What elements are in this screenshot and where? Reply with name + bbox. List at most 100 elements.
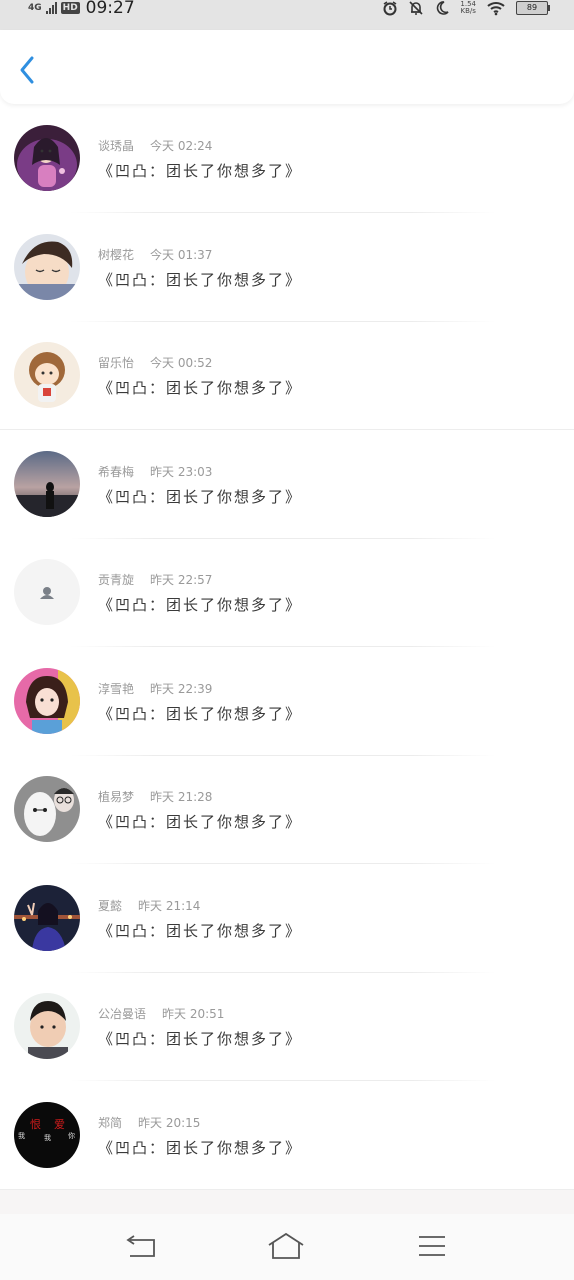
status-left: 4G HD 09:27 (28, 0, 135, 18)
divider (70, 754, 496, 756)
nav-menu-button[interactable] (412, 1232, 452, 1262)
message-time: 昨天 20:51 (162, 1007, 225, 1021)
list-item[interactable]: 贡青旋 昨天 22:57 《凹凸：团长了你想多了》 (0, 540, 574, 649)
message-time: 昨天 22:39 (150, 681, 213, 696)
list-item[interactable]: 淳雪艳 昨天 22:39 《凹凸：团长了你想多了》 (0, 649, 574, 758)
sender-name: 留乐怡 (98, 356, 135, 370)
avatar-baymax[interactable] (14, 776, 80, 842)
message-preview: 《凹凸：团长了你想多了》 (98, 162, 303, 180)
divider (70, 646, 496, 647)
sender-name: 郑简 (98, 1115, 123, 1130)
moon-icon (437, 1, 449, 15)
avatar-default-placeholder[interactable] (14, 559, 80, 625)
sender-name: 公冶曼语 (98, 1007, 147, 1021)
menu-icon (419, 1236, 445, 1256)
avatar-girl-photo[interactable] (14, 667, 80, 734)
back-arrow-icon (126, 1235, 155, 1257)
avatar-char: 恨 (30, 1117, 41, 1131)
signal-icon (45, 2, 57, 14)
status-right: 1.54 KB/s 89 (382, 0, 550, 16)
nav-back-button[interactable] (120, 1232, 160, 1262)
hd-badge: HD (60, 2, 80, 14)
system-nav-bar (0, 1214, 574, 1280)
sender-meta: 树樱花 今天 01:37 (98, 246, 212, 263)
sender-meta: 夏懿 昨天 21:14 (98, 897, 200, 914)
message-preview: 《凹凸：团长了你想多了》 (98, 1030, 303, 1048)
sender-meta: 谈琇晶 今天 02:24 (98, 137, 212, 154)
divider (70, 1080, 496, 1081)
list-item[interactable]: 树樱花 今天 01:37 《凹凸：团长了你想多了》 (0, 215, 574, 324)
sender-meta: 淳雪艳 昨天 22:39 (98, 680, 212, 697)
status-bar: 4G HD 09:27 1.54 KB/s 89 (0, 0, 574, 30)
avatar-anime-boy[interactable] (14, 233, 80, 300)
avatar-char: 你 (68, 1131, 75, 1140)
sender-meta: 郑简 昨天 20:15 (98, 1114, 200, 1131)
list-item[interactable]: 谈琇晶 今天 02:24 《凹凸：团长了你想多了》 (0, 106, 574, 215)
message-preview: 《凹凸：团长了你想多了》 (98, 1138, 303, 1157)
top-bar (0, 30, 574, 104)
status-time: 09:27 (85, 0, 135, 18)
message-preview: 《凹凸：团长了你想多了》 (98, 704, 303, 723)
sender-meta: 希春梅 昨天 23:03 (98, 463, 212, 480)
message-preview: 《凹凸：团长了你想多了》 (98, 487, 303, 506)
network-speed: 1.54 KB/s (460, 1, 476, 15)
mute-bell-icon (409, 1, 423, 15)
message-list: 谈琇晶 今天 02:24 《凹凸：团长了你想多了》 树樱花 今天 01:37 《凹凸… (0, 106, 574, 1191)
sender-name: 贡青旋 (98, 573, 135, 587)
list-item[interactable]: 植易梦 昨天 21:28 《凹凸：团长了你想多了》 (0, 757, 574, 866)
avatar-anime-princess[interactable] (14, 125, 80, 191)
network-type: 4G (28, 2, 42, 13)
home-icon (268, 1232, 304, 1259)
avatar-char: 我 (44, 1133, 51, 1142)
message-preview: 《凹凸：团长了你想多了》 (98, 813, 303, 831)
divider (70, 971, 496, 973)
sender-meta: 留乐怡 今天 00:52 (98, 354, 212, 371)
avatar-night-photo[interactable] (14, 884, 80, 951)
wifi-icon (487, 2, 505, 16)
sender-meta: 公冶曼语 昨天 20:51 (98, 1005, 224, 1022)
message-time: 今天 01:37 (150, 247, 213, 262)
avatar-sunset-silhouette[interactable] (14, 450, 80, 517)
divider (70, 212, 496, 213)
message-time: 昨天 20:15 (138, 1115, 201, 1130)
alarm-icon (383, 1, 397, 16)
message-time: 昨天 21:14 (138, 898, 201, 913)
nav-home-button[interactable] (266, 1232, 306, 1262)
list-footer (0, 1190, 574, 1214)
list-item[interactable]: 希春梅 昨天 23:03 《凹凸：团长了你想多了》 (0, 432, 574, 541)
message-time: 昨天 21:28 (150, 790, 213, 804)
sender-name: 谈琇晶 (98, 139, 135, 153)
list-item[interactable]: 夏懿 昨天 21:14 《凹凸：团长了你想多了》 (0, 866, 574, 975)
divider (70, 863, 496, 864)
avatar-boy-photo[interactable] (14, 993, 80, 1059)
message-time: 今天 00:52 (150, 356, 213, 370)
message-time: 昨天 23:03 (150, 464, 213, 479)
message-time: 昨天 22:57 (150, 573, 213, 587)
back-button[interactable] (10, 50, 46, 90)
message-time: 今天 02:24 (150, 139, 213, 153)
message-preview: 《凹凸：团长了你想多了》 (98, 270, 303, 289)
message-preview: 《凹凸：团长了你想多了》 (98, 379, 303, 397)
list-item[interactable]: 留乐怡 今天 00:52 《凹凸：团长了你想多了》 (0, 323, 574, 432)
sender-name: 淳雪艳 (98, 681, 135, 696)
message-preview: 《凹凸：团长了你想多了》 (98, 596, 303, 614)
avatar-dark-text[interactable]: 我 恨 我 爱 你 (14, 1101, 80, 1168)
sender-meta: 植易梦 昨天 21:28 (98, 788, 212, 805)
sender-meta: 贡青旋 昨天 22:57 (98, 571, 212, 588)
sender-name: 树樱花 (98, 247, 135, 262)
sender-name: 夏懿 (98, 898, 123, 913)
list-item[interactable]: 公冶曼语 昨天 20:51 《凹凸：团长了你想多了》 (0, 974, 574, 1083)
sender-name: 希春梅 (98, 464, 135, 479)
avatar-char: 爱 (54, 1118, 65, 1131)
sender-name: 植易梦 (98, 790, 135, 804)
avatar-char: 我 (18, 1131, 25, 1140)
divider (70, 537, 496, 539)
divider (70, 320, 496, 322)
avatar-cartoon-girl[interactable] (14, 342, 80, 408)
divider (0, 429, 574, 430)
battery-indicator: 89 (516, 1, 550, 15)
chevron-left-icon (20, 56, 34, 84)
speed-unit: KB/s (460, 7, 476, 15)
message-preview: 《凹凸：团长了你想多了》 (98, 921, 303, 940)
list-item[interactable]: 我 恨 我 爱 你 郑简 昨天 20:15 《凹凸：团长了你想多了》 (0, 1083, 574, 1192)
